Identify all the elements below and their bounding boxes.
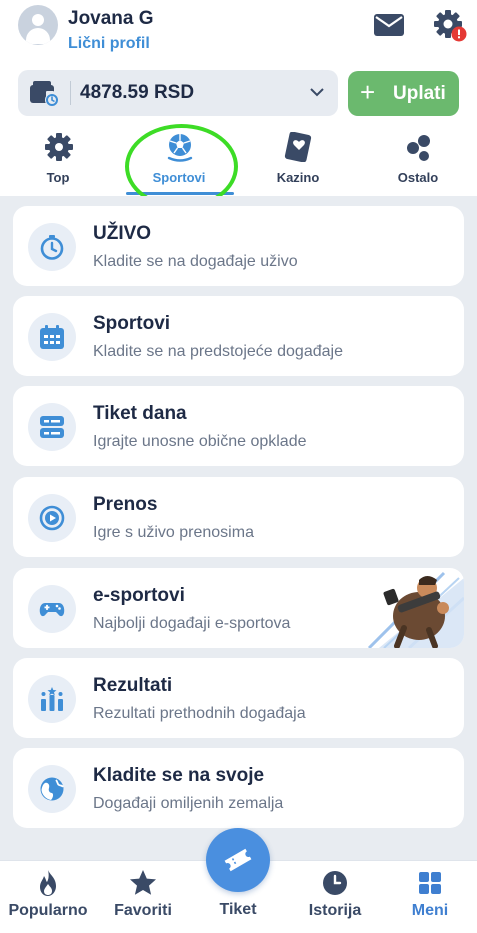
- calendar-icon: [40, 325, 64, 349]
- card-subtitle: Najbolji događaji e-sportova: [93, 615, 291, 632]
- card-subtitle: Događaji omiljenih zemalja: [93, 795, 284, 812]
- clock-icon: [323, 871, 347, 895]
- profile-link[interactable]: Lični profil: [68, 35, 150, 53]
- card-title: Rezultati: [93, 675, 173, 696]
- deposit-button[interactable]: + Uplati: [348, 71, 459, 116]
- card-title: Prenos: [93, 494, 158, 515]
- nav-menu[interactable]: Meni: [382, 861, 477, 933]
- card-subtitle: Kladite se na predstojeće događaje: [93, 343, 343, 360]
- tab-kazino[interactable]: Kazino: [248, 124, 348, 190]
- nav-label: Favoriti: [114, 902, 172, 919]
- mail-icon[interactable]: [374, 14, 404, 36]
- tab-top[interactable]: Top: [8, 124, 108, 190]
- star-icon: [130, 870, 156, 895]
- menu-card-rezultati[interactable]: Rezultati Rezultati prethodnih događaja: [13, 658, 464, 738]
- flame-icon: [40, 870, 56, 896]
- dots-cluster-icon: [407, 135, 430, 161]
- nav-history[interactable]: Istorija: [287, 861, 383, 933]
- avatar[interactable]: [18, 5, 58, 45]
- user-name: Jovana G: [68, 8, 154, 29]
- gear-badge-icon: [45, 133, 73, 161]
- plus-icon: +: [360, 77, 376, 107]
- tab-ostalo[interactable]: Ostalo: [368, 124, 468, 190]
- ticket-list-icon: [40, 416, 64, 438]
- tab-label: Top: [46, 170, 70, 185]
- tab-label: Kazino: [276, 170, 320, 185]
- tab-label: Ostalo: [397, 170, 439, 185]
- card-title: Kladite se na svoje: [93, 765, 265, 786]
- settings-icon[interactable]: [432, 8, 468, 44]
- wallet-icon: [30, 81, 59, 107]
- grid-menu-icon: [419, 872, 441, 894]
- card-subtitle: Rezultati prethodnih događaja: [93, 705, 306, 722]
- header: Jovana G Lični profil: [0, 0, 477, 64]
- balance-amount: 4878.59 RSD: [80, 82, 195, 103]
- balance-selector[interactable]: 4878.59 RSD: [18, 70, 338, 116]
- ticket-label[interactable]: Tiket: [206, 901, 270, 919]
- nav-label: Istorija: [308, 902, 362, 919]
- main-menu-list: UŽIVO Kladite se na događaje uživo Sport…: [0, 196, 477, 860]
- results-bars-icon: [41, 687, 63, 711]
- card-title: Tiket dana: [93, 403, 187, 424]
- nav-label: Meni: [411, 902, 449, 919]
- menu-card-kladite-se-na-svoje[interactable]: Kladite se na svoje Događaji omiljenih z…: [13, 748, 464, 828]
- stopwatch-icon: [40, 235, 64, 260]
- card-title: Sportovi: [93, 313, 171, 334]
- ticket-icon: [224, 848, 252, 872]
- gamepad-icon: [39, 603, 65, 617]
- balance-divider: [70, 81, 71, 105]
- ticket-button[interactable]: [206, 828, 270, 892]
- chevron-down-icon: [310, 88, 324, 97]
- menu-card-uzivo[interactable]: UŽIVO Kladite se na događaje uživo: [13, 206, 464, 286]
- playing-card-icon: [284, 132, 312, 162]
- card-subtitle: Kladite se na događaje uživo: [93, 253, 298, 270]
- menu-card-prenos[interactable]: Prenos Igre s uživo prenosima: [13, 477, 464, 557]
- deposit-label: Uplati: [393, 83, 446, 104]
- menu-card-sportovi[interactable]: Sportovi Kladite se na predstojeće događ…: [13, 296, 464, 376]
- nav-label: Popularno: [8, 902, 88, 919]
- card-subtitle: Igrajte unosne obične opklade: [93, 433, 307, 450]
- card-title: UŽIVO: [93, 223, 152, 244]
- category-tabs: Top Sportovi Kazino Ostalo: [0, 124, 477, 195]
- menu-card-e-sportovi[interactable]: e-sportovi Najbolji događaji e-sportova: [13, 568, 464, 648]
- card-subtitle: Igre s uživo prenosima: [93, 524, 254, 541]
- nav-favorites[interactable]: Favoriti: [95, 861, 191, 933]
- esport-character-illustration: [367, 571, 464, 648]
- menu-card-tiket-dana[interactable]: Tiket dana Igrajte unosne obične opklade: [13, 386, 464, 466]
- play-circle-icon: [39, 505, 65, 531]
- card-title: e-sportovi: [93, 585, 185, 606]
- globe-icon: [40, 777, 64, 801]
- nav-popular[interactable]: Popularno: [0, 861, 96, 933]
